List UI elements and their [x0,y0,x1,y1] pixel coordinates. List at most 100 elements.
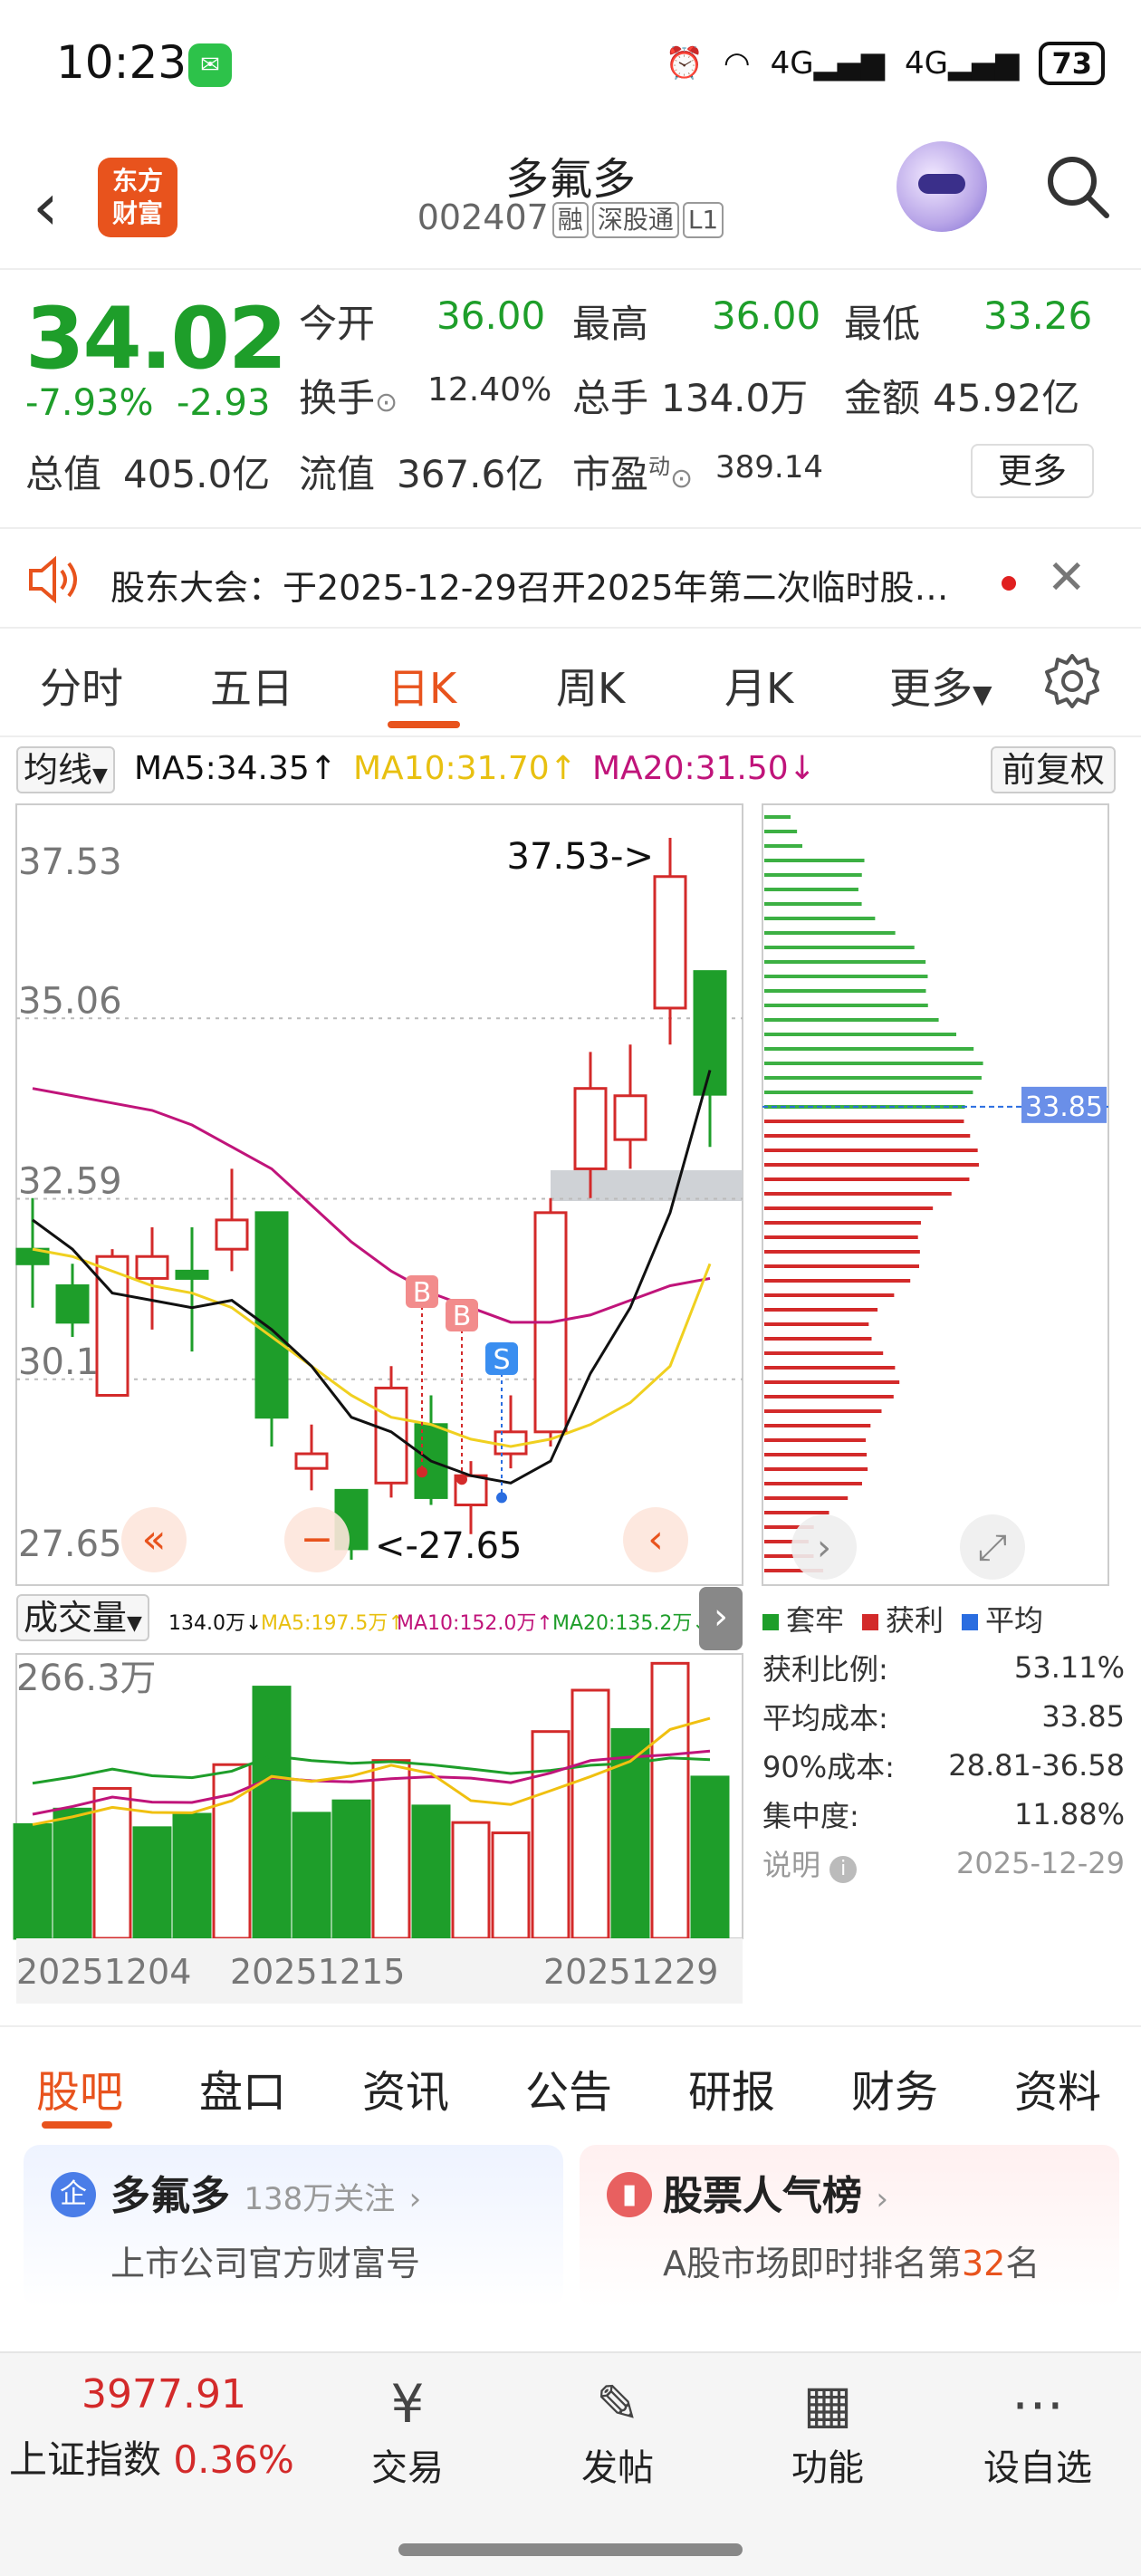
avg-cost-row: 平均成本: 33.85 [762,1699,1125,1735]
chip-bar [764,1351,884,1355]
search-icon[interactable] [1041,150,1114,223]
candle-body [175,1269,209,1280]
candle-body [95,1254,129,1397]
card-desc: A股市场即时排名第32名 [663,2244,1040,2283]
price-tick-label: 37.53 [18,841,122,883]
trade-marker-letter: S [493,1344,510,1376]
candle-body [55,1283,90,1324]
clock: 10:23 [56,36,187,89]
bottom-toolbar: 3977.91 上证指数 0.36% ¥ 交易 ✎ 发帖 ▦ 功能 ⋯ 设自选 [0,2351,1141,2576]
info-icon: i [829,1856,858,1883]
tab-profile[interactable]: 资料 [1014,2056,1101,2119]
chart-nav-icon: « [142,1516,167,1562]
avg-cost-value: 33.85 [1025,1091,1103,1123]
chip-bar [764,902,862,906]
more-button[interactable]: 更多 [971,444,1094,498]
chip-bar [764,1177,970,1181]
vol-ma20: MA20:135.2万↓ [552,1612,709,1635]
trade-marker-dot [456,1474,467,1485]
high-marker: 37.53-> [507,836,654,878]
amount-label: 金额 [844,376,921,420]
tab-news[interactable]: 资讯 [362,2056,449,2119]
last-price: 34.02 [25,290,287,389]
trade-button[interactable]: ¥ 交易 [335,2369,480,2491]
chip-bar [764,917,876,920]
chip-bar [764,1322,869,1326]
tab-weekly-k[interactable]: 周K [556,656,625,716]
info-icon[interactable]: ⊙ [670,463,693,495]
price-tick-label: 35.06 [18,980,122,1022]
chip-bar [764,1511,829,1514]
tab-announcements[interactable]: 公告 [525,2056,612,2119]
change-amount: -2.93 [176,382,271,424]
chip-bar [764,1062,983,1065]
post-button[interactable]: ✎ 发帖 [545,2369,690,2491]
note-row[interactable]: 说明 i 2025-12-29 [762,1839,1125,1888]
candle-body [135,1254,169,1280]
chip-bar [764,1366,896,1370]
chip-bar [764,1047,974,1051]
info-icon[interactable]: ⊙ [375,387,398,418]
expand-chevron-icon[interactable]: › [699,1587,743,1650]
ma10-label: MA10:31.70↑ [353,750,577,787]
chip-bar [764,1279,911,1283]
active-tab-indicator [388,721,460,728]
tag-margin: 融 [551,201,589,238]
assistant-robot-icon[interactable] [896,141,987,232]
tab-intraday[interactable]: 分时 [40,656,123,716]
tab-daily-k[interactable]: 日K [388,656,456,716]
chip-bar [764,815,791,819]
adjust-select[interactable]: 前复权 [991,746,1117,793]
trade-marker-letter: B [413,1277,432,1309]
volume-bar [13,1822,53,1940]
tab-forum[interactable]: 股吧 [36,2056,123,2119]
volume-indicator-select[interactable]: 成交量▼ [16,1594,149,1641]
chip-bar [764,830,798,833]
card-title: 多氟多 138万关注 › [110,2173,422,2219]
trade-marker-letter: B [453,1301,472,1332]
index-name[interactable]: 上证指数 0.36% [9,2429,294,2485]
volume-bar [650,1661,690,1940]
official-account-card[interactable]: 企 多氟多 138万关注 › 上市公司官方财富号 [24,2145,563,2308]
volume-bar [570,1688,610,1940]
indicator-select[interactable]: 均线▼ [16,746,115,793]
volume-bar [252,1686,292,1940]
chip-bar [764,1467,868,1471]
card-title: 股票人气榜 › [663,2173,888,2219]
chip-bar [764,1120,964,1123]
vol-ma5: MA5:197.5万↑ [261,1612,405,1635]
index-value[interactable]: 3977.91 [82,2371,246,2417]
volume-bar [292,1812,331,1940]
tab-more[interactable]: 更多▼ [889,656,992,716]
tab-monthly-k[interactable]: 月K [724,656,793,716]
vol-ma10: MA10:152.0万↑ [397,1612,553,1635]
chip-distribution-stats: 套牢 获利 平均 获利比例: 53.11% 平均成本: 33.85 90%成本: 28… [762,1594,1125,1888]
close-icon[interactable]: ✕ [1047,551,1087,605]
volume-bar [132,1826,172,1940]
tab-financials[interactable]: 财务 [851,2056,938,2119]
chip-bar [764,1395,894,1399]
add-watchlist-button[interactable]: ⋯ 设自选 [965,2369,1110,2491]
settings-gear-icon[interactable] [1043,652,1101,710]
edit-icon: ✎ [595,2373,640,2435]
candle-body [374,1386,408,1485]
high-value: 36.00 [712,293,821,338]
stock-code: 002407 [417,197,549,237]
chip-bar [764,1250,920,1254]
more-dots-icon: ⋯ [1012,2373,1064,2435]
trade-marker-dot [417,1466,427,1478]
chip-bar [764,1091,973,1094]
chip-bar [764,1308,878,1312]
low-marker: <-27.65 [375,1525,522,1567]
volume-bar [172,1812,212,1940]
notice-bar[interactable]: 股东大会：于2025-12-29召开2025年第二次临时股… ✕ [0,527,1141,629]
tab-research[interactable]: 研报 [688,2056,775,2119]
chip-bar [764,844,803,848]
popularity-rank-card[interactable]: ▮ 股票人气榜 › A股市场即时排名第32名 [580,2145,1119,2308]
tab-5day[interactable]: 五日 [210,656,293,716]
ma20-label: MA20:31.50↓ [592,750,816,787]
volume-bar [690,1775,730,1940]
functions-button[interactable]: ▦ 功能 [755,2369,900,2491]
chip-bar [764,1134,971,1138]
tab-orderbook[interactable]: 盘口 [199,2056,286,2119]
